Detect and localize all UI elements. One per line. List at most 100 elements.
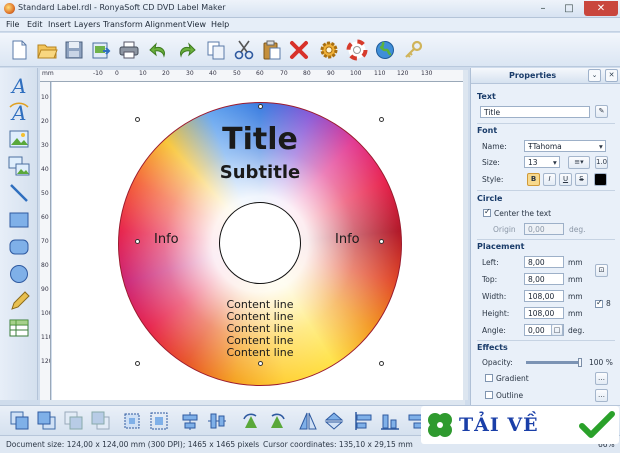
outline-checkbox[interactable] [485, 391, 493, 399]
center-horizontal-icon[interactable] [179, 410, 201, 432]
menu-view[interactable]: View [187, 20, 206, 29]
label-title[interactable]: Title [210, 122, 310, 157]
menu-help[interactable]: Help [211, 20, 229, 29]
fit-selection-icon[interactable] [121, 410, 143, 432]
rectangle-icon[interactable] [8, 209, 30, 231]
delete-icon[interactable] [288, 39, 310, 61]
chevron-down-icon[interactable]: ⌄ [588, 69, 601, 82]
curved-text-icon[interactable]: A [8, 101, 30, 125]
bring-forward-icon[interactable] [63, 410, 85, 432]
help-icon[interactable] [346, 39, 368, 61]
print-icon[interactable] [118, 39, 140, 61]
flip-vertical-icon[interactable] [323, 410, 345, 432]
selection-handle[interactable] [258, 104, 263, 109]
menu-file[interactable]: File [6, 20, 19, 29]
menu-edit[interactable]: Edit [27, 20, 43, 29]
label-info-left[interactable]: Info [154, 232, 179, 247]
new-icon[interactable] [8, 39, 30, 61]
settings-icon[interactable] [318, 39, 340, 61]
bring-front-icon[interactable] [9, 410, 31, 432]
text-input[interactable]: Title [480, 106, 590, 118]
menu-alignment[interactable]: Alignment [145, 20, 186, 29]
menu-layers[interactable]: Layers [74, 20, 100, 29]
position-picker-icon[interactable]: ⊡ [595, 264, 608, 277]
line-spacing-icon[interactable]: ≡▾ [568, 156, 590, 169]
italic-button[interactable]: I [543, 173, 556, 186]
selection-handle[interactable] [135, 239, 140, 244]
opacity-slider[interactable] [526, 358, 582, 367]
align-center-icon[interactable] [379, 410, 401, 432]
keep-ratio-checkbox[interactable] [595, 298, 603, 308]
key-icon[interactable] [402, 39, 424, 61]
selection-handle[interactable] [379, 239, 384, 244]
rotate-right-icon[interactable] [266, 410, 288, 432]
selection-handle[interactable] [379, 361, 384, 366]
chain-link-icon: 8 [606, 299, 611, 308]
flip-horizontal-icon[interactable] [297, 410, 319, 432]
send-back-icon[interactable] [36, 410, 58, 432]
ruler-label: 100 [41, 310, 50, 317]
image-icon[interactable] [8, 128, 30, 150]
maximize-button[interactable]: □ [556, 1, 582, 16]
align-left-icon[interactable] [353, 410, 375, 432]
label-subtitle[interactable]: Subtitle [206, 162, 314, 183]
line-spacing-value[interactable]: 1.0 [595, 156, 608, 169]
angle-picker-icon[interactable]: □ [551, 324, 563, 336]
design-canvas[interactable]: Title Subtitle Info Info Content line Co… [52, 82, 463, 400]
menu-insert[interactable]: Insert [48, 20, 71, 29]
label-info-right[interactable]: Info [335, 232, 360, 247]
width-input[interactable]: 108,00 [524, 290, 564, 302]
send-backward-icon[interactable] [90, 410, 112, 432]
close-window-button[interactable]: ✕ [584, 1, 618, 16]
top-input[interactable]: 8,00 [524, 273, 564, 285]
content-line[interactable]: Content line [210, 346, 310, 359]
fit-page-icon[interactable] [148, 410, 170, 432]
selection-handle[interactable] [258, 361, 263, 366]
rotate-left-icon[interactable] [240, 410, 262, 432]
ellipse-icon[interactable] [8, 263, 30, 285]
chevron-down-icon[interactable]: ▾ [599, 142, 603, 151]
vertical-scrollbar[interactable] [463, 70, 468, 400]
open-icon[interactable] [36, 39, 58, 61]
strikeout-button[interactable]: S [575, 173, 588, 186]
font-color-swatch[interactable] [594, 173, 607, 186]
bold-button[interactable]: B [527, 173, 540, 186]
outline-settings-icon[interactable]: … [595, 389, 608, 402]
save-icon[interactable] [63, 39, 85, 61]
left-label: Left: [482, 258, 499, 267]
gradient-checkbox[interactable] [485, 374, 493, 382]
edit-text-icon[interactable]: ✎ [595, 105, 608, 118]
paste-icon[interactable] [261, 39, 283, 61]
font-name-value: Tahoma [532, 142, 562, 151]
height-input[interactable]: 108,00 [524, 307, 564, 319]
menu-transform[interactable]: Transform [103, 20, 143, 29]
undo-icon[interactable] [148, 39, 170, 61]
gradient-label: Gradient [496, 374, 529, 383]
web-icon[interactable] [374, 39, 396, 61]
image-list-icon[interactable] [8, 155, 30, 177]
center-vertical-icon[interactable] [206, 410, 228, 432]
cut-icon[interactable] [233, 39, 255, 61]
selection-handle[interactable] [135, 361, 140, 366]
close-icon[interactable]: ✕ [605, 69, 618, 82]
table-icon[interactable] [8, 317, 30, 339]
center-text-checkbox[interactable] [483, 207, 491, 217]
main-toolbar [0, 33, 620, 67]
gradient-settings-icon[interactable]: … [595, 372, 608, 385]
text-icon[interactable]: A [8, 74, 30, 98]
underline-button[interactable]: U [559, 173, 572, 186]
chevron-down-icon[interactable]: ▾ [553, 158, 557, 167]
left-input[interactable]: 8,00 [524, 256, 564, 268]
export-icon[interactable] [90, 39, 112, 61]
opacity-slider-thumb[interactable] [578, 358, 582, 367]
font-name-select[interactable]: ŦTahoma [524, 140, 606, 152]
line-icon[interactable] [8, 182, 30, 204]
pen-icon[interactable] [8, 290, 30, 312]
rounded-rectangle-icon[interactable] [8, 236, 30, 258]
selection-handle[interactable] [135, 117, 140, 122]
minimize-button[interactable]: – [530, 1, 556, 16]
redo-icon[interactable] [175, 39, 197, 61]
origin-input[interactable]: 0,00 [524, 223, 564, 235]
selection-handle[interactable] [379, 117, 384, 122]
copy-icon[interactable] [205, 39, 227, 61]
